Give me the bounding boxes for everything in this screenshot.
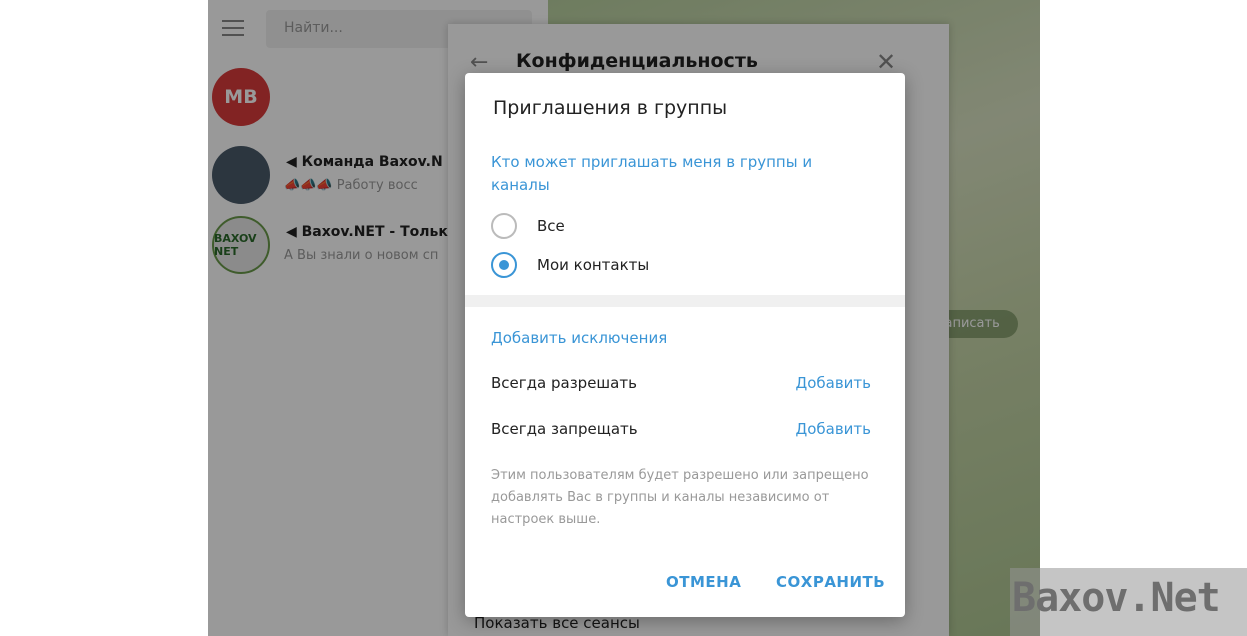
cancel-button[interactable]: ОТМЕНА xyxy=(666,573,741,591)
option-label: Все xyxy=(537,217,565,235)
exceptions-note: Этим пользователям будет разрешено или з… xyxy=(491,468,869,527)
avatar xyxy=(212,146,270,204)
modal-overlay: Приглашения в группы Кто может приглашат… xyxy=(0,0,1247,636)
who-can-invite-heading: Кто может приглашать меня в группы и кан… xyxy=(491,153,813,194)
watermark-background xyxy=(1010,568,1247,636)
chat-name-text: Baxov.NET - Тольк xyxy=(301,224,448,240)
chat-name: ◀ Команда Baxov.N xyxy=(286,154,443,170)
chat-message: А Вы знали о новом сп xyxy=(284,248,439,263)
group-invites-dialog: Приглашения в группы Кто может приглашат… xyxy=(465,73,905,617)
avatar: BAXOV NET xyxy=(212,216,270,274)
chat-name-text: Команда Baxov.N xyxy=(301,154,443,170)
watermark-logo: Baxov.Net xyxy=(1012,575,1221,621)
back-arrow-icon[interactable]: ← xyxy=(470,50,488,75)
add-exceptions-heading: Добавить исключения xyxy=(491,329,668,347)
chat-message-emoji: 📣📣📣 xyxy=(284,178,333,193)
always-allow-add-button[interactable]: Добавить xyxy=(795,374,871,392)
settings-title: Конфиденциальность xyxy=(516,50,758,72)
dialog-title: Приглашения в группы xyxy=(493,97,728,119)
option-label: Мои контакты xyxy=(537,256,650,274)
avatar: MB xyxy=(212,68,270,126)
chat-message-text: Работу восс xyxy=(336,178,418,193)
always-deny-add-button[interactable]: Добавить xyxy=(795,420,871,438)
avatar-initials: MB xyxy=(224,86,258,108)
chat-name: ◀ Baxov.NET - Тольк xyxy=(286,224,448,240)
chat-message: 📣📣📣 Работу восс xyxy=(284,178,418,193)
radio-button[interactable] xyxy=(491,213,517,239)
always-allow-label: Всегда разрешать xyxy=(491,374,637,392)
save-button[interactable]: СОХРАНИТЬ xyxy=(776,573,885,591)
close-icon[interactable]: ✕ xyxy=(876,48,896,76)
option-everyone[interactable]: Все xyxy=(491,212,565,240)
always-deny-label: Всегда запрещать xyxy=(491,420,638,438)
radio-button-selected[interactable] xyxy=(491,252,517,278)
avatar-text: BAXOV NET xyxy=(214,232,257,258)
option-my-contacts[interactable]: Мои контакты xyxy=(491,251,649,279)
menu-icon[interactable] xyxy=(222,20,244,36)
section-divider xyxy=(465,295,905,307)
